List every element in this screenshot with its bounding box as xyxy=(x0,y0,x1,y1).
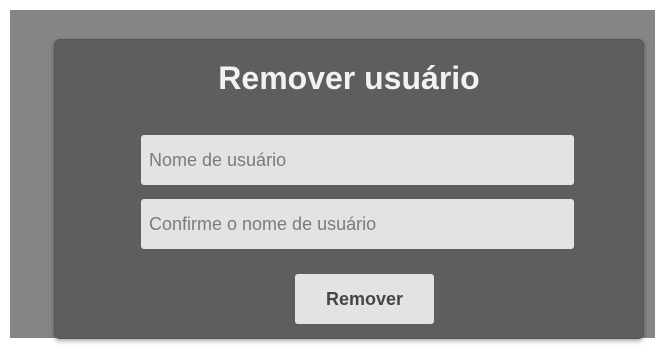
username-input[interactable] xyxy=(141,135,574,185)
remove-button[interactable]: Remover xyxy=(295,274,434,324)
confirm-username-input[interactable] xyxy=(141,199,574,249)
remove-user-form: Remover usuário Remover xyxy=(54,39,644,339)
form-title: Remover usuário xyxy=(218,60,480,96)
page-backdrop: Remover usuário Remover xyxy=(10,10,655,339)
